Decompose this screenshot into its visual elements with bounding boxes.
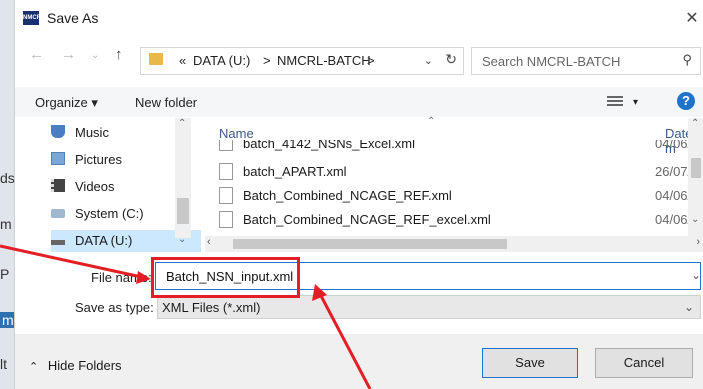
annotation-arrow-bottom: [317, 291, 372, 389]
annotation-arrows: [0, 244, 372, 389]
annotation-arrowhead-bottom: [312, 284, 327, 301]
annotation-arrow-left: [0, 244, 147, 280]
annotation-arrowhead-left: [136, 271, 151, 284]
